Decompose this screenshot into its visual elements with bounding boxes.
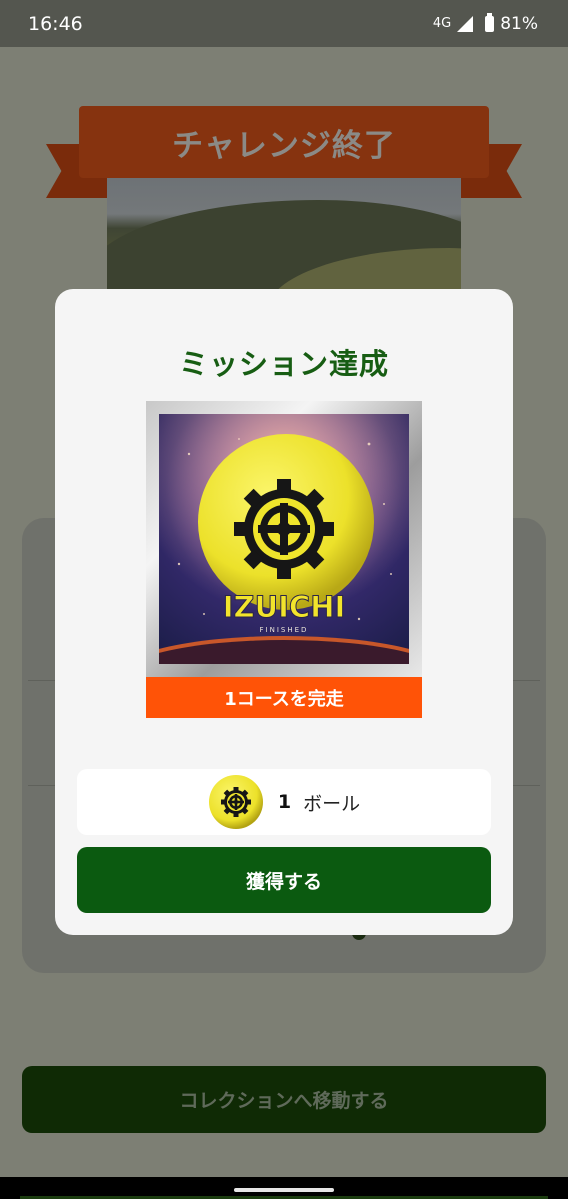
gear-ball-icon [208, 775, 263, 829]
badge-art-title: IZUICHI [223, 590, 346, 624]
obtain-button[interactable]: 獲得する [77, 847, 491, 913]
network-type: 4G [432, 16, 452, 31]
battery-percent: 81% [500, 13, 538, 34]
badge-label: 1コースを完走 [146, 677, 422, 718]
banner-title: チャレンジ終了 [79, 106, 489, 178]
badge-illustration: IZUICHI FINISHED [159, 414, 409, 664]
badge-art-subtitle: FINISHED [260, 626, 309, 634]
status-bar: 16:46 4G 81% [0, 0, 568, 47]
badge-card: IZUICHI FINISHED 1コースを完走 [146, 401, 422, 718]
status-time: 16:46 [28, 12, 83, 35]
battery-icon [485, 12, 495, 32]
go-to-collection-button[interactable]: コレクションへ移動する [22, 1066, 546, 1133]
mission-complete-dialog: ミッション達成 IZUICHI FINISHED 1コースを完走 1 ボール 獲… [55, 289, 513, 935]
gear-emblem [234, 479, 334, 579]
reward-unit: ボール [303, 792, 361, 815]
badge-artwork: IZUICHI FINISHED [159, 414, 409, 664]
reward-count: 1 [277, 791, 292, 813]
mountain-photo [107, 178, 461, 298]
dialog-title: ミッション達成 [178, 347, 389, 381]
reward-row: 1 ボール [77, 769, 491, 835]
signal-icon [457, 15, 474, 32]
status-indicators: 4G 81% [432, 12, 538, 34]
home-gesture-handle[interactable] [234, 1188, 334, 1192]
